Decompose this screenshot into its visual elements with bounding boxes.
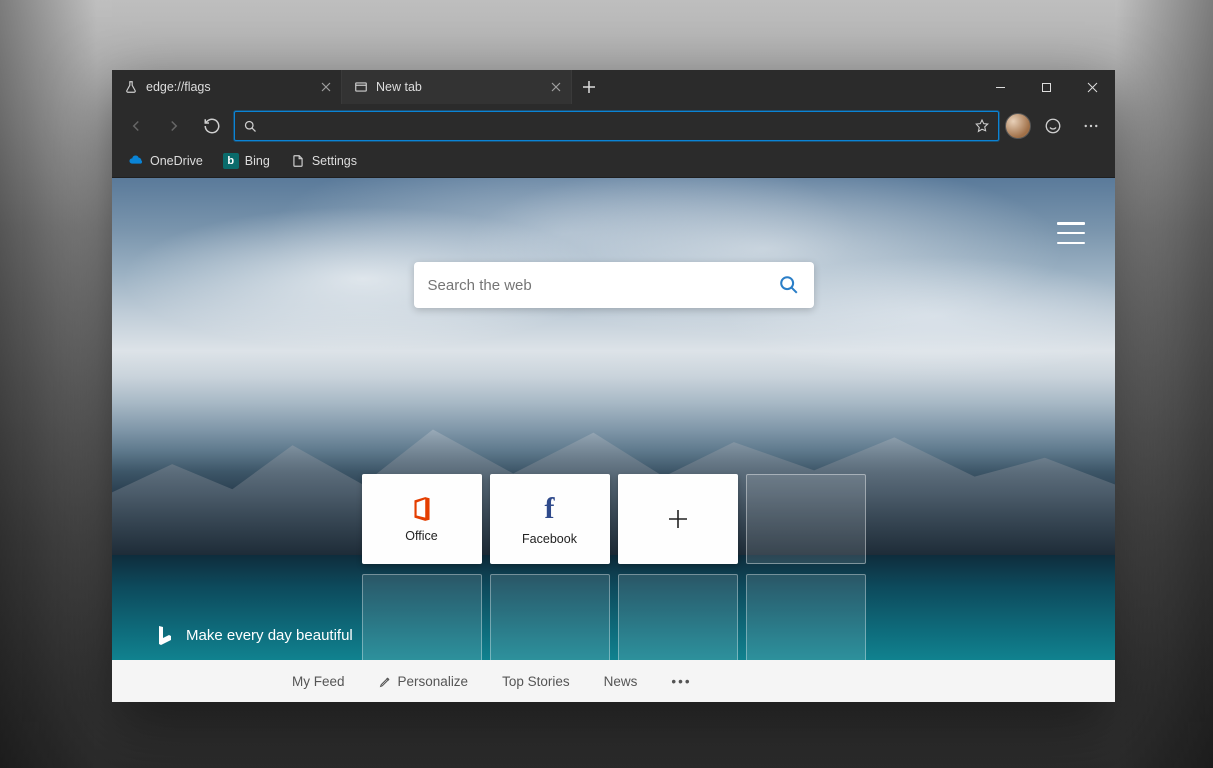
favorite-label: Bing	[245, 154, 270, 168]
favorite-onedrive[interactable]: OneDrive	[120, 150, 211, 172]
feed-news[interactable]: News	[604, 674, 638, 689]
top-sites-row-1: Office f Facebook	[362, 474, 866, 564]
feedback-smiley-button[interactable]	[1037, 110, 1069, 142]
toolbar	[112, 104, 1115, 148]
bing-icon: b	[223, 153, 239, 169]
feed-myfeed[interactable]: My Feed	[292, 674, 345, 689]
tab-close-button[interactable]	[551, 82, 561, 92]
tile-label: Office	[405, 529, 437, 543]
feed-topstories[interactable]: Top Stories	[502, 674, 570, 689]
page-hamburger-button[interactable]	[1057, 222, 1085, 244]
feed-personalize[interactable]: Personalize	[379, 674, 469, 689]
window-close-button[interactable]	[1069, 70, 1115, 104]
favorite-label: Settings	[312, 154, 357, 168]
favorite-bing[interactable]: b Bing	[215, 150, 278, 172]
feed-label: Personalize	[398, 674, 469, 689]
tile-add[interactable]	[618, 474, 738, 564]
favorites-bar: OneDrive b Bing Settings	[112, 148, 1115, 178]
web-search-input[interactable]	[428, 277, 778, 294]
window-minimize-button[interactable]	[977, 70, 1023, 104]
tab-label: edge://flags	[146, 80, 211, 94]
office-icon	[409, 495, 435, 523]
tile-empty[interactable]	[746, 474, 866, 564]
tile-office[interactable]: Office	[362, 474, 482, 564]
new-tab-button[interactable]	[572, 70, 606, 104]
bing-logo-icon	[156, 624, 174, 646]
window-maximize-button[interactable]	[1023, 70, 1069, 104]
tab-close-button[interactable]	[321, 82, 331, 92]
newtab-icon	[354, 80, 368, 94]
forward-button[interactable]	[158, 110, 190, 142]
top-sites-row-2	[362, 574, 866, 664]
bing-tagline: Make every day beautiful	[156, 624, 353, 646]
favorite-settings[interactable]: Settings	[282, 150, 365, 172]
tile-empty[interactable]	[746, 574, 866, 664]
onedrive-icon	[128, 153, 144, 169]
web-search-button[interactable]	[778, 274, 800, 296]
plus-icon	[667, 508, 689, 530]
flask-icon	[124, 80, 138, 94]
back-button[interactable]	[120, 110, 152, 142]
page-icon	[290, 153, 306, 169]
feed-more-button[interactable]: •••	[671, 674, 691, 689]
favorite-label: OneDrive	[150, 154, 203, 168]
desktop-wallpaper: edge://flags New tab	[0, 0, 1213, 768]
web-search-box[interactable]	[414, 262, 814, 308]
refresh-button[interactable]	[196, 110, 228, 142]
pencil-icon	[379, 675, 392, 688]
feed-bar: My Feed Personalize Top Stories News •••	[112, 660, 1115, 702]
tile-facebook[interactable]: f Facebook	[490, 474, 610, 564]
tile-empty[interactable]	[618, 574, 738, 664]
tagline-text: Make every day beautiful	[186, 627, 353, 644]
search-icon	[243, 119, 258, 134]
tab-newtab[interactable]: New tab	[342, 70, 572, 104]
tile-empty[interactable]	[362, 574, 482, 664]
tile-empty[interactable]	[490, 574, 610, 664]
tab-strip: edge://flags New tab	[112, 70, 1115, 104]
page-content: Office f Facebook	[112, 178, 1115, 702]
window-controls	[977, 70, 1115, 104]
browser-window: edge://flags New tab	[112, 70, 1115, 702]
favorite-star-button[interactable]	[974, 118, 990, 134]
tile-label: Facebook	[522, 532, 577, 546]
address-input[interactable]	[266, 118, 966, 134]
address-bar[interactable]	[234, 111, 999, 141]
tab-flags[interactable]: edge://flags	[112, 70, 342, 104]
facebook-icon: f	[545, 492, 555, 526]
tab-label: New tab	[376, 80, 422, 94]
settings-more-button[interactable]	[1075, 110, 1107, 142]
profile-avatar[interactable]	[1005, 113, 1031, 139]
